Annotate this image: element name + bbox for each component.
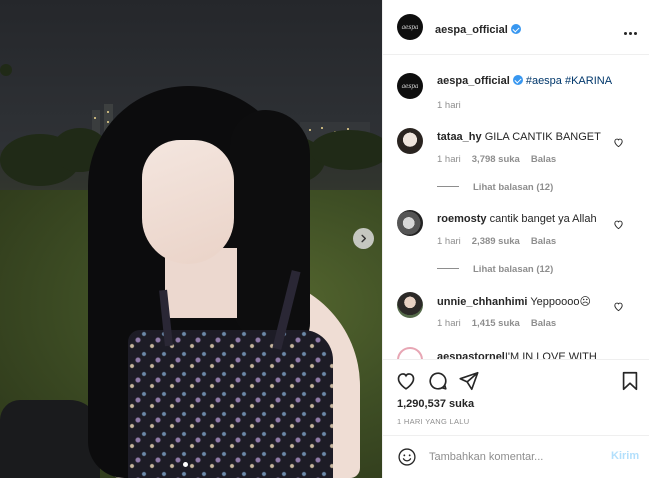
comment-likes[interactable]: 1,415 suka xyxy=(472,318,520,329)
heart-icon[interactable] xyxy=(613,219,624,230)
caption-time: 1 hari xyxy=(437,100,461,111)
comment-text: aespastornelI'M IN LOVE WITH xyxy=(437,351,597,359)
post-actions: 1,290,537 suka 1 HARI YANG LALU xyxy=(383,359,649,435)
comment-meta: 1 hari 2,389 suka Balas xyxy=(437,236,567,247)
photo-face xyxy=(142,140,234,264)
next-photo-button[interactable] xyxy=(353,228,374,249)
view-replies-button[interactable]: Lihat balasan (12) xyxy=(437,264,553,275)
verified-badge-icon xyxy=(512,75,523,85)
comments-list[interactable]: aespa aespa_official #aespa #KARINA 1 ha… xyxy=(383,56,649,359)
comment-text: unnie_chhanhimi Yeppoooo☹ xyxy=(437,295,591,308)
comment-username[interactable]: unnie_chhanhimi xyxy=(437,296,527,308)
heart-icon[interactable] xyxy=(395,370,417,392)
comment-time: 1 hari xyxy=(437,318,461,329)
comment-username[interactable]: aespastornel xyxy=(437,351,505,359)
author-username[interactable]: aespa_official xyxy=(435,24,508,36)
more-horizontal-icon xyxy=(624,22,639,39)
comment-body: GILA CANTIK BANGET xyxy=(484,131,601,143)
heart-icon[interactable] xyxy=(613,301,624,312)
comment-meta: 1 hari 1,415 suka Balas xyxy=(437,318,567,329)
avatar-logo: aespa xyxy=(401,23,419,31)
photo-hair-right xyxy=(230,110,310,350)
verified-badge-icon xyxy=(510,24,521,34)
comment-body: I'M IN LOVE WITH xyxy=(504,351,597,359)
heart-icon[interactable] xyxy=(613,137,624,148)
carousel-dot xyxy=(183,462,188,467)
comment-body: cantik banget ya Allah xyxy=(489,213,597,225)
more-options-button[interactable] xyxy=(624,22,639,40)
comment-likes[interactable]: 3,798 suka xyxy=(472,154,520,165)
replies-line xyxy=(437,186,459,187)
commenter-avatar[interactable] xyxy=(397,210,423,236)
view-replies-button[interactable]: Lihat balasan (12) xyxy=(437,182,553,193)
comment-text: tataa_hy GILA CANTIK BANGET xyxy=(437,131,601,143)
author-name-block: aespa_official xyxy=(435,20,521,38)
smiley-icon[interactable] xyxy=(397,447,417,467)
reply-button[interactable]: Balas xyxy=(531,236,556,247)
comment-body: Yeppoooo☹ xyxy=(530,296,591,308)
caption-hashtags[interactable]: #aespa #KARINA xyxy=(526,75,612,87)
post-photo[interactable] xyxy=(0,0,382,478)
post-panel: aespa aespa_official aespa aespa_officia… xyxy=(382,0,649,478)
comment-time: 1 hari xyxy=(437,154,461,165)
like-count[interactable]: 1,290,537 suka xyxy=(397,398,474,410)
caption-username[interactable]: aespa_official xyxy=(437,75,510,87)
author-avatar[interactable]: aespa xyxy=(397,14,423,40)
view-replies-label: Lihat balasan (12) xyxy=(473,182,554,193)
reply-button[interactable]: Balas xyxy=(531,154,556,165)
avatar-logo: aespa xyxy=(401,82,419,90)
post-comment-button[interactable]: Kirim xyxy=(611,450,639,462)
post-timestamp[interactable]: 1 HARI YANG LALU xyxy=(397,417,469,426)
comment-input[interactable] xyxy=(429,448,599,466)
comment-meta: 1 hari 3,798 suka Balas xyxy=(437,154,567,165)
replies-line xyxy=(437,268,459,269)
commenter-avatar[interactable] xyxy=(397,128,423,154)
comment-time: 1 hari xyxy=(437,236,461,247)
comment-bubble-icon[interactable] xyxy=(427,370,449,392)
caption-meta: 1 hari xyxy=(437,100,472,111)
caption-text: aespa_official #aespa #KARINA xyxy=(437,75,612,87)
post-header: aespa aespa_official xyxy=(383,0,649,55)
commenter-avatar[interactable] xyxy=(397,347,423,359)
caption-avatar[interactable]: aespa xyxy=(397,73,423,99)
view-replies-label: Lihat balasan (12) xyxy=(473,264,554,275)
paper-plane-icon[interactable] xyxy=(458,370,480,392)
comment-likes[interactable]: 2,389 suka xyxy=(472,236,520,247)
commenter-avatar[interactable] xyxy=(397,292,423,318)
comment-composer: Kirim xyxy=(383,435,649,478)
chevron-right-icon xyxy=(361,234,367,243)
photo-bag xyxy=(0,400,100,478)
comment-username[interactable]: roemosty xyxy=(437,213,487,225)
photo-dress xyxy=(128,330,333,478)
reply-button[interactable]: Balas xyxy=(531,318,556,329)
comment-text: roemosty cantik banget ya Allah xyxy=(437,213,597,225)
bookmark-icon[interactable] xyxy=(619,370,641,392)
comment-username[interactable]: tataa_hy xyxy=(437,131,482,143)
